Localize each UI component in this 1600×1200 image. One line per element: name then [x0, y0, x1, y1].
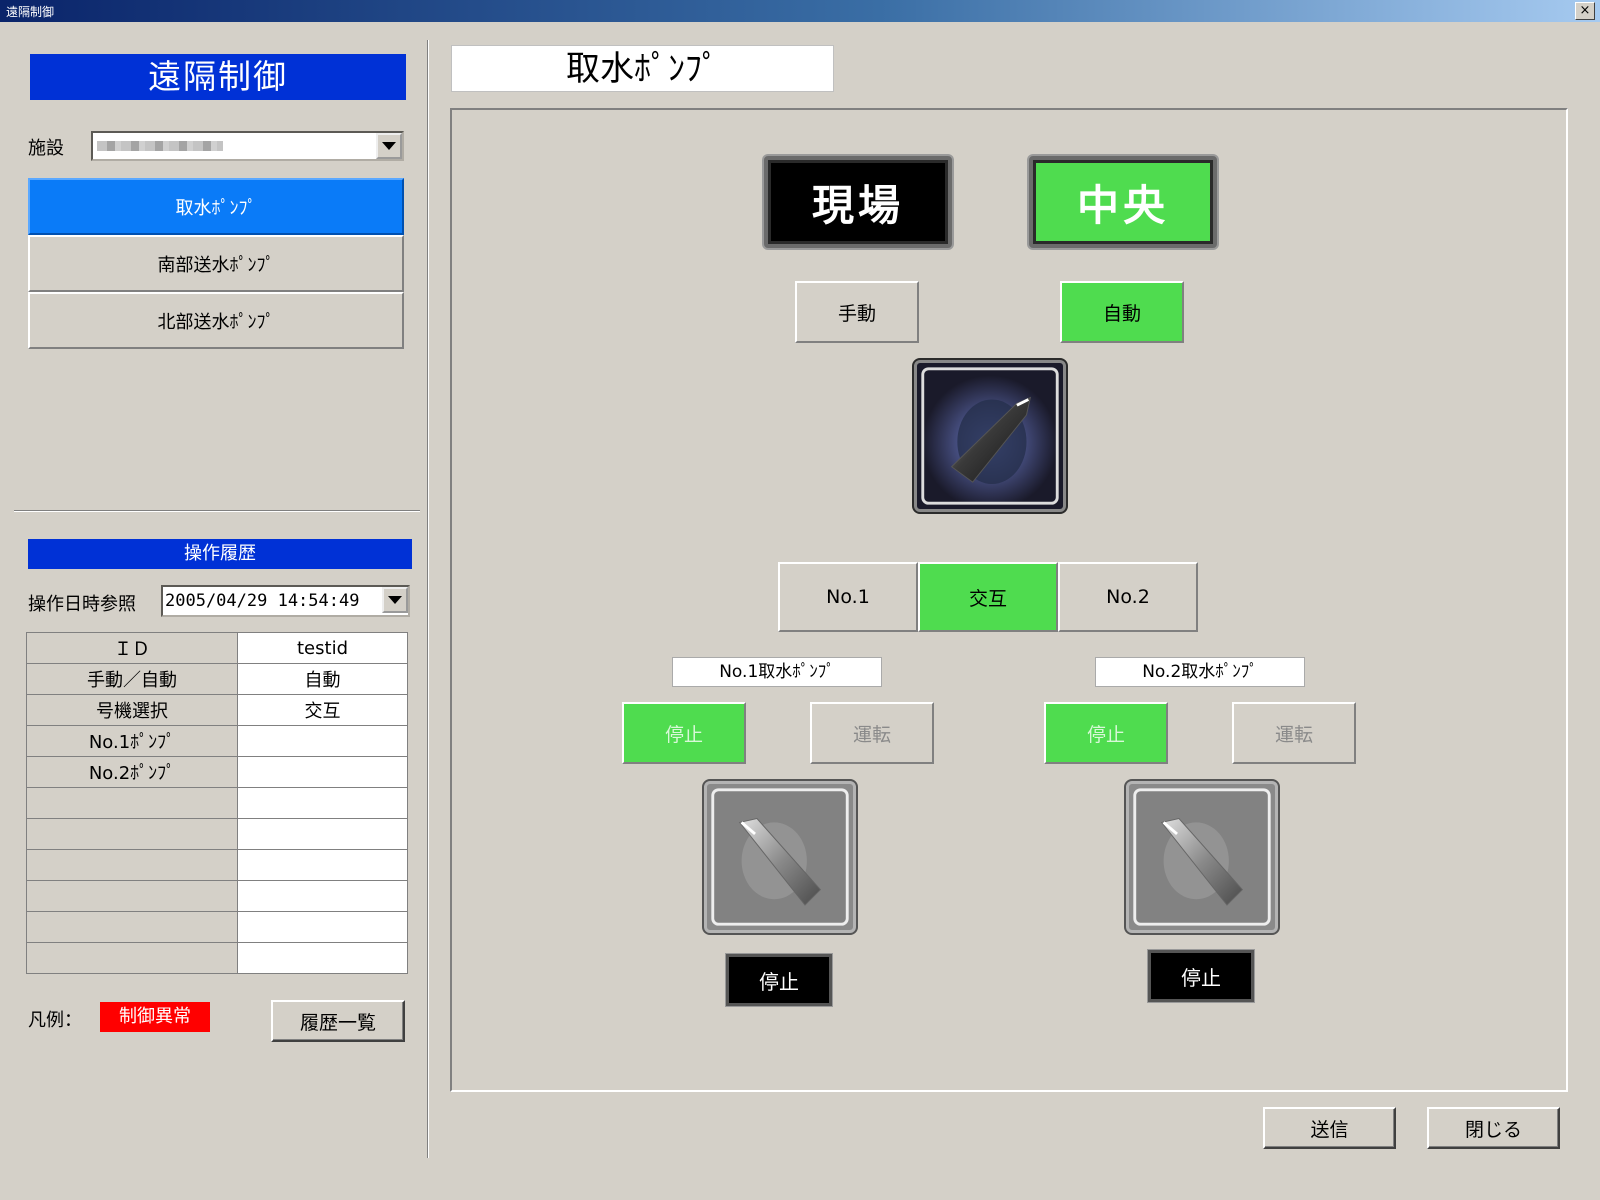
pump1-run-button[interactable]: 運転: [810, 702, 934, 764]
row-key: [26, 818, 238, 850]
window-close-button[interactable]: ×: [1575, 2, 1595, 20]
row-key: No.2ﾎﾟﾝﾌﾟ: [26, 756, 238, 788]
row-key: 号機選択: [26, 694, 238, 726]
row-key: [26, 787, 238, 819]
table-row: 手動／自動 自動: [26, 663, 408, 695]
auto-mode-button[interactable]: 自動: [1060, 281, 1184, 343]
pump1-label: No.1取水ﾎﾟﾝﾌﾟ: [672, 657, 882, 687]
section-divider: [14, 510, 420, 512]
table-row: [26, 880, 408, 912]
nav-item-intake-pump[interactable]: 取水ﾎﾟﾝﾌﾟ: [28, 178, 404, 235]
manual-mode-button[interactable]: 手動: [795, 281, 919, 343]
unit-no1-button[interactable]: No.1: [778, 562, 918, 632]
date-select[interactable]: 2005/04/29 14:54:49: [161, 585, 410, 617]
row-value: [237, 818, 408, 850]
mode-switch-knob-icon[interactable]: [914, 360, 1066, 512]
row-value: [237, 725, 408, 757]
pump2-switch-knob-icon[interactable]: [1126, 781, 1278, 933]
row-key: [26, 942, 238, 974]
table-row: No.2ﾎﾟﾝﾌﾟ: [26, 756, 408, 788]
pump2-run-button[interactable]: 運転: [1232, 702, 1356, 764]
row-value: [237, 756, 408, 788]
close-button[interactable]: 閉じる: [1427, 1107, 1560, 1149]
facility-select[interactable]: [91, 131, 404, 161]
table-row: [26, 942, 408, 974]
chevron-down-icon: [382, 142, 396, 150]
pump1-switch-knob-icon[interactable]: [704, 781, 856, 933]
facility-dropdown-button[interactable]: [376, 133, 402, 159]
legend-label: 凡例：: [28, 1010, 82, 1031]
table-row: [26, 849, 408, 881]
central-control-button[interactable]: 中央: [1029, 156, 1217, 248]
row-key: [26, 911, 238, 943]
window-title: 遠隔制御: [6, 5, 55, 19]
table-row: [26, 787, 408, 819]
history-title: 操作履歴: [28, 539, 412, 569]
row-key: [26, 849, 238, 881]
facility-value-redacted: [97, 141, 223, 151]
date-value: 2005/04/29 14:54:49: [165, 591, 360, 611]
row-value: [237, 911, 408, 943]
pump2-label: No.2取水ﾎﾟﾝﾌﾟ: [1095, 657, 1305, 687]
unit-alternate-button[interactable]: 交互: [918, 562, 1058, 632]
row-key: [26, 880, 238, 912]
table-row: ＩＤ testid: [26, 632, 408, 664]
row-key: No.1ﾎﾟﾝﾌﾟ: [26, 725, 238, 757]
row-value: 交互: [237, 694, 408, 726]
row-value: 自動: [237, 663, 408, 695]
page-title: 取水ﾎﾟﾝﾌﾟ: [451, 45, 834, 92]
panel-title: 遠隔制御: [30, 54, 406, 100]
pump2-status-badge: 停止: [1148, 950, 1254, 1002]
chevron-down-icon: [388, 596, 402, 604]
nav-item-south-pump[interactable]: 南部送水ﾎﾟﾝﾌﾟ: [28, 235, 404, 292]
row-key: ＩＤ: [26, 632, 238, 664]
table-row: [26, 818, 408, 850]
history-table: ＩＤ testid 手動／自動 自動 号機選択 交互 No.1ﾎﾟﾝﾌﾟ No.2ﾎﾟ…: [26, 632, 408, 974]
table-row: 号機選択 交互: [26, 694, 408, 726]
history-list-button[interactable]: 履歴一覧: [271, 1000, 405, 1042]
row-value: [237, 787, 408, 819]
unit-no2-button[interactable]: No.2: [1058, 562, 1198, 632]
window-title-bar: [0, 0, 1600, 22]
row-key: 手動／自動: [26, 663, 238, 695]
pump1-status-badge: 停止: [726, 954, 832, 1006]
date-label: 操作日時参照: [28, 594, 136, 615]
row-value: [237, 880, 408, 912]
local-control-button[interactable]: 現場: [764, 156, 952, 248]
legend-badge-control-error: 制御異常: [100, 1002, 210, 1032]
facility-label: 施設: [28, 138, 64, 159]
pump2-stop-button[interactable]: 停止: [1044, 702, 1168, 764]
pump1-stop-button[interactable]: 停止: [622, 702, 746, 764]
row-value: [237, 849, 408, 881]
send-button[interactable]: 送信: [1263, 1107, 1396, 1149]
table-row: No.1ﾎﾟﾝﾌﾟ: [26, 725, 408, 757]
row-value: testid: [237, 632, 408, 664]
table-row: [26, 911, 408, 943]
panel-divider: [427, 40, 429, 1158]
row-value: [237, 942, 408, 974]
date-dropdown-button[interactable]: [382, 587, 408, 613]
nav-item-north-pump[interactable]: 北部送水ﾎﾟﾝﾌﾟ: [28, 292, 404, 349]
